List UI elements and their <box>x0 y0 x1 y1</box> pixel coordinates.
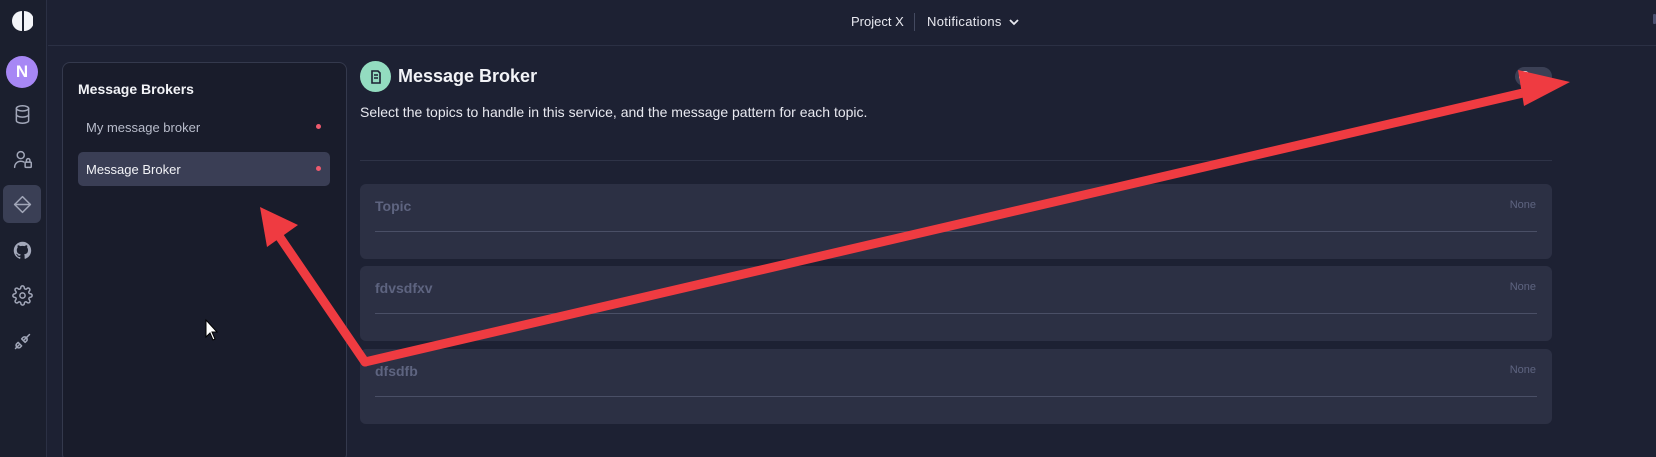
project-name[interactable]: Project X <box>851 14 904 29</box>
topic-name: fdvsdfxv <box>375 280 433 296</box>
plug-icon <box>14 333 30 349</box>
nav-database[interactable] <box>3 95 41 133</box>
topic-pattern[interactable]: None <box>1510 281 1536 293</box>
toggle-knob <box>1519 71 1530 82</box>
panel-title: Message Brokers <box>78 81 194 97</box>
topbar-divider <box>914 13 915 31</box>
gear-icon <box>11 284 33 306</box>
left-rail: N <box>0 0 47 457</box>
section-divider <box>360 160 1552 161</box>
status-dot <box>316 124 321 129</box>
nav-github[interactable] <box>3 231 41 269</box>
diamond-nav-icon <box>13 195 31 213</box>
topic-card[interactable]: fdvsdfxv None <box>360 266 1552 341</box>
top-bar: Project X Notifications <box>48 0 1656 46</box>
topic-name: dfsdfb <box>375 363 418 379</box>
broker-item-message-broker[interactable]: Message Broker <box>78 152 330 186</box>
topic-card[interactable]: dfsdfb None <box>360 349 1552 424</box>
notifications-menu[interactable]: Notifications <box>927 14 1020 29</box>
app-logo[interactable] <box>11 10 33 32</box>
topic-pattern[interactable]: None <box>1510 364 1536 376</box>
topic-underline <box>375 396 1537 397</box>
nav-roles[interactable] <box>3 140 41 178</box>
nav-message-broker[interactable] <box>3 185 41 223</box>
enable-toggle[interactable] <box>1515 67 1552 86</box>
topic-pattern[interactable]: None <box>1510 199 1536 211</box>
broker-title-icon <box>360 61 391 92</box>
topic-underline <box>375 313 1537 314</box>
chevron-down-icon <box>1009 18 1019 25</box>
status-dot <box>316 166 321 171</box>
page-description: Select the topics to handle in this serv… <box>360 104 868 120</box>
broker-item-label: My message broker <box>86 119 201 135</box>
topic-underline <box>375 231 1537 232</box>
topic-name: Topic <box>375 198 412 214</box>
page-title: Message Broker <box>398 66 538 86</box>
document-icon <box>370 69 381 84</box>
broker-item-my-message-broker[interactable]: My message broker <box>78 110 330 144</box>
app-window: N Project X Notifications Message Broker… <box>0 0 1656 457</box>
message-brokers-panel: Message Brokers My message broker Messag… <box>62 62 347 457</box>
nav-plugins[interactable] <box>3 322 41 360</box>
main-content: Message Broker Select the topics to hand… <box>360 60 1554 457</box>
notifications-label: Notifications <box>927 14 1002 29</box>
database-icon <box>15 104 29 124</box>
user-lock-icon <box>13 150 32 168</box>
github-icon <box>13 241 31 259</box>
nav-settings[interactable] <box>3 276 41 314</box>
broker-item-label: Message Broker <box>86 161 181 177</box>
topic-card[interactable]: Topic None <box>360 184 1552 259</box>
avatar[interactable]: N <box>6 56 38 88</box>
